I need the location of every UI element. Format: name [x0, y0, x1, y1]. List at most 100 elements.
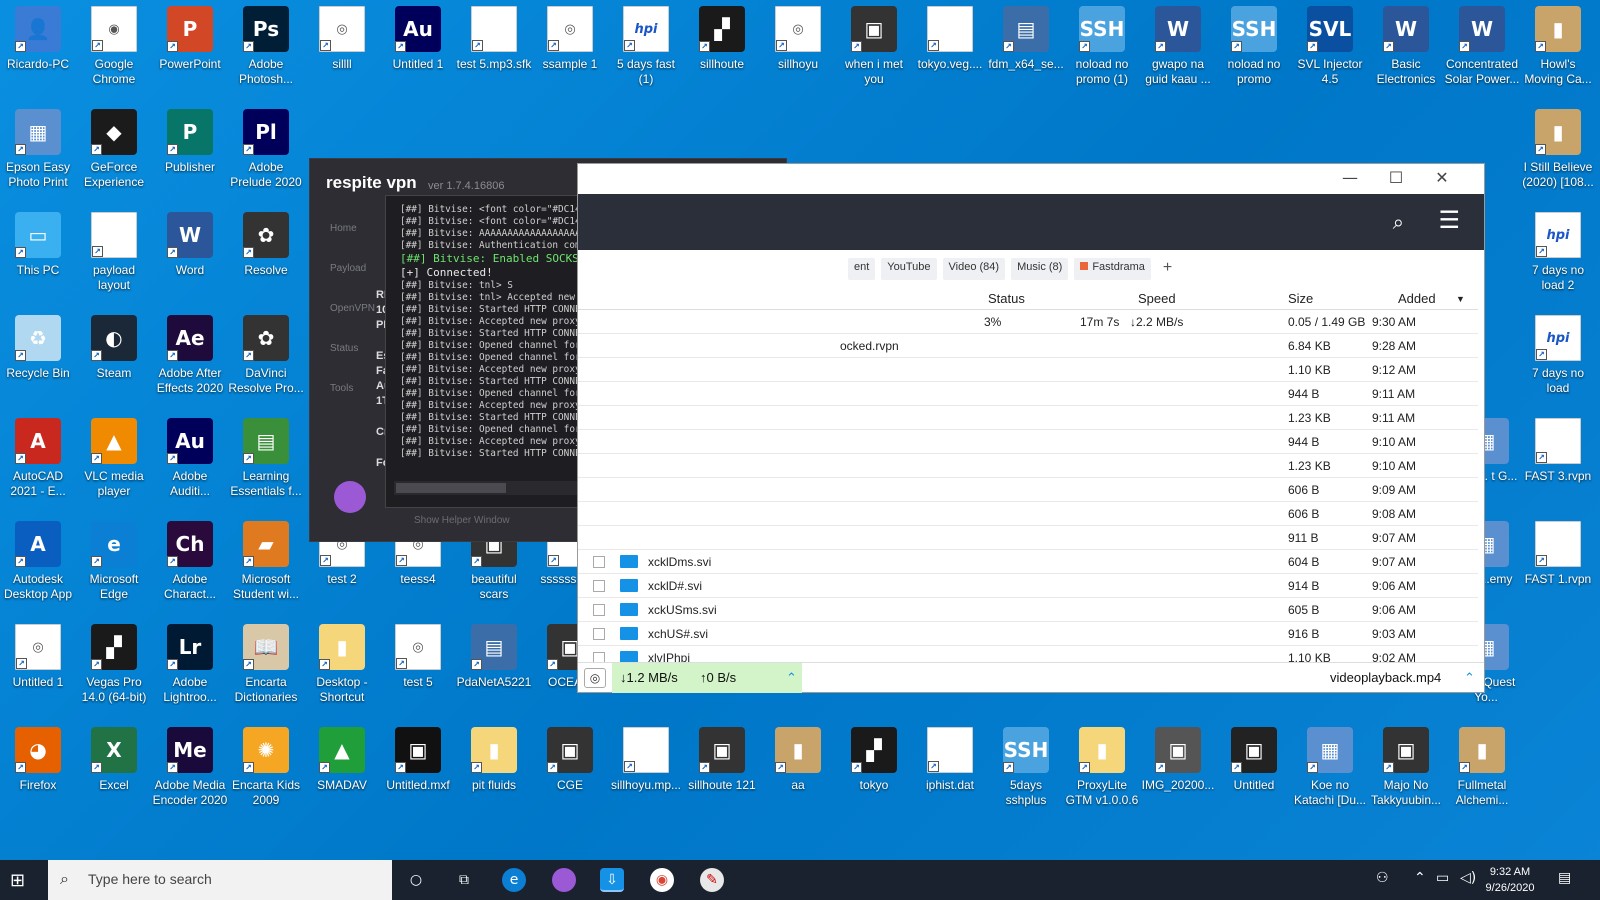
respite-vpn-icon[interactable] — [552, 868, 576, 892]
taskbar-search[interactable]: ⌕ Type here to search — [48, 860, 392, 900]
desktop-icon[interactable]: ◎ ↗ test 5 — [380, 618, 456, 718]
search-icon[interactable]: ⌕ — [1393, 210, 1404, 234]
table-row[interactable]: xcklD#.svi 914 B 9:06 AM — [578, 574, 1478, 598]
table-row[interactable]: 1.23 KB 9:11 AM — [578, 406, 1478, 430]
desktop-icon[interactable]: ◎ ↗ sillll — [304, 0, 380, 100]
desktop-icon[interactable]: ▤ ↗ PdaNetA5221 — [456, 618, 532, 718]
desktop-icon[interactable]: W ↗ Concentrated Solar Power... — [1444, 0, 1520, 100]
table-row[interactable]: 1.10 KB 9:12 AM — [578, 358, 1478, 382]
row-checkbox[interactable] — [593, 628, 605, 640]
desktop-icon[interactable]: ▣ ↗ CGE — [532, 721, 608, 821]
table-row[interactable]: xckUSms.svi 605 B 9:06 AM — [578, 598, 1478, 622]
desktop-icon[interactable]: ▣ ↗ Untitled — [1216, 721, 1292, 821]
row-checkbox[interactable] — [593, 604, 605, 616]
chrome-icon[interactable]: ◉ — [650, 868, 674, 892]
desktop-icon[interactable]: A ↗ AutoCAD 2021 - E... — [0, 412, 76, 512]
volume-icon[interactable]: ◁) — [1460, 870, 1476, 886]
col-status[interactable]: Status — [988, 291, 1025, 306]
desktop-icon[interactable]: Ae ↗ Adobe After Effects 2020 — [152, 309, 228, 409]
cortana-icon[interactable]: ○ — [404, 868, 428, 892]
desktop-icon[interactable]: ▮ ↗ aa — [760, 721, 836, 821]
desktop-icon[interactable]: ▤ ↗ fdm_x64_se... — [988, 0, 1064, 100]
desktop-icon[interactable]: ▭ ↗ This PC — [0, 206, 76, 306]
desktop-icon[interactable]: ▣ ↗ Untitled.mxf — [380, 721, 456, 821]
table-row[interactable]: 944 B 9:10 AM — [578, 430, 1478, 454]
desktop-icon[interactable]: ↗ sillhoyu.mp... — [608, 721, 684, 821]
desktop-icon[interactable]: ▮ ↗ Fullmetal Alchemi... — [1444, 721, 1520, 821]
desktop-icon[interactable]: 👤 ↗ Ricardo-PC — [0, 0, 76, 100]
desktop-icon[interactable]: ▞ ↗ sillhoute — [684, 0, 760, 100]
desktop-icon[interactable]: ▣ ↗ IMG_20200... — [1140, 721, 1216, 821]
desktop-icon[interactable]: ↗ payload layout — [76, 206, 152, 306]
sort-chevron-icon[interactable]: ▼ — [1456, 294, 1465, 304]
desktop-icon[interactable]: Au ↗ Untitled 1 — [380, 0, 456, 100]
desktop-icon[interactable]: ▮ ↗ pit fluids — [456, 721, 532, 821]
table-row[interactable]: 944 B 9:11 AM — [578, 382, 1478, 406]
vpn-nav-openvpn[interactable]: OpenVPN — [310, 289, 380, 329]
desktop-icon[interactable]: Au ↗ Adobe Auditi... — [152, 412, 228, 512]
desktop-icon[interactable]: ▤ ↗ Learning Essentials f... — [228, 412, 304, 512]
desktop-icon[interactable]: ✺ ↗ Encarta Kids 2009 — [228, 721, 304, 821]
desktop-icon[interactable]: ◕ ↗ Firefox — [0, 721, 76, 821]
desktop-icon[interactable]: hpi ↗ 5 days fast (1) — [608, 0, 684, 100]
col-speed[interactable]: Speed — [1138, 291, 1176, 306]
people-icon[interactable]: ⚇ — [1376, 870, 1389, 886]
window-minimize-button[interactable]: — — [1330, 168, 1370, 187]
desktop-icon[interactable]: e ↗ Microsoft Edge — [76, 515, 152, 615]
window-maximize-button[interactable]: ☐ — [1376, 168, 1416, 187]
task-view-icon[interactable]: ⧉ — [452, 868, 476, 892]
desktop-icon[interactable]: ♻ ↗ Recycle Bin — [0, 309, 76, 409]
tab-youtube[interactable]: YouTube — [881, 258, 937, 280]
desktop-icon[interactable]: P ↗ Publisher — [152, 103, 228, 203]
table-row[interactable]: xcklDms.svi 604 B 9:07 AM — [578, 550, 1478, 574]
desktop-icon[interactable]: ▣ ↗ when i met you — [836, 0, 912, 100]
vpn-nav-tools[interactable]: Tools — [310, 369, 380, 409]
desktop-icon[interactable]: ▮ ↗ I Still Believe (2020) [108... — [1520, 103, 1596, 203]
desktop-icon[interactable]: W ↗ Word — [152, 206, 228, 306]
desktop-icon[interactable]: hpi ↗ 7 days no load — [1520, 309, 1596, 409]
desktop-icon[interactable]: Ch ↗ Adobe Charact... — [152, 515, 228, 615]
helper-window-toggle[interactable]: Show Helper Window — [414, 515, 510, 526]
clock[interactable]: 9:32 AM 9/26/2020 — [1480, 864, 1540, 896]
desktop-icon[interactable]: W ↗ gwapo na guid kaau ... — [1140, 0, 1216, 100]
window-close-button[interactable]: ✕ — [1422, 168, 1462, 187]
action-center-icon[interactable]: ▤ — [1558, 870, 1571, 886]
table-row[interactable]: xchUS#.svi 916 B 9:03 AM — [578, 622, 1478, 646]
desktop-icon[interactable]: ◎ ↗ ssample 1 — [532, 0, 608, 100]
desktop-icon[interactable]: SSH ↗ noload no promo (1) — [1064, 0, 1140, 100]
table-row[interactable]: 911 B 9:07 AM — [578, 526, 1478, 550]
desktop-icon[interactable]: SSH ↗ 5days sshplus — [988, 721, 1064, 821]
desktop-icon[interactable]: ✿ ↗ DaVinci Resolve Pro... — [228, 309, 304, 409]
desktop-icon[interactable]: X ↗ Excel — [76, 721, 152, 821]
col-size[interactable]: Size — [1288, 291, 1313, 306]
desktop-icon[interactable]: Lr ↗ Adobe Lightroo... — [152, 618, 228, 718]
desktop-icon[interactable]: ▣ ↗ sillhoute 121 — [684, 721, 760, 821]
window-titlebar[interactable]: — ☐ ✕ — [578, 164, 1484, 194]
desktop-icon[interactable]: ↗ FAST 1.rvpn — [1520, 515, 1596, 615]
table-row[interactable]: 606 B 9:08 AM — [578, 502, 1478, 526]
desktop-icon[interactable]: P ↗ PowerPoint — [152, 0, 228, 100]
desktop-icon[interactable]: ▮ ↗ Howl's Moving Ca... — [1520, 0, 1596, 100]
desktop-icon[interactable]: W ↗ Basic Electronics — [1368, 0, 1444, 100]
expand-file-chevron-icon[interactable]: ⌃ — [1464, 670, 1475, 686]
desktop-icon[interactable]: ▣ ↗ Majo No Takkyuubin... — [1368, 721, 1444, 821]
desktop-icon[interactable]: ↗ FAST 3.rvpn — [1520, 412, 1596, 512]
helper-app-icon[interactable]: ✎ — [700, 868, 724, 892]
desktop-icon[interactable]: ◉ ↗ Google Chrome — [76, 0, 152, 100]
desktop-icon[interactable]: A ↗ Autodesk Desktop App — [0, 515, 76, 615]
download-manager-window[interactable]: — ☐ ✕ ⌕ ☰ ent YouTube Video (84) Music (… — [577, 163, 1485, 693]
desktop-icon[interactable]: ▲ ↗ SMADAV — [304, 721, 380, 821]
table-row[interactable]: 1.23 KB 9:10 AM — [578, 454, 1478, 478]
table-row[interactable]: 606 B 9:09 AM — [578, 478, 1478, 502]
desktop-icon[interactable]: ↗ tokyo.veg.... — [912, 0, 988, 100]
tab-music[interactable]: Music (8) — [1011, 258, 1069, 280]
desktop-icon[interactable]: ▰ ↗ Microsoft Student wi... — [228, 515, 304, 615]
desktop-icon[interactable]: ◎ ↗ sillhoyu — [760, 0, 836, 100]
table-row[interactable]: ocked.rvpn 6.84 KB 9:28 AM — [578, 334, 1478, 358]
add-tab-button[interactable]: + — [1157, 258, 1178, 280]
desktop-icon[interactable]: ▲ ↗ VLC media player — [76, 412, 152, 512]
speed-limit-icon[interactable]: ◎ — [584, 668, 606, 688]
desktop-icon[interactable]: SSH ↗ noload no promo — [1216, 0, 1292, 100]
desktop-icon[interactable]: ↗ test 5.mp3.sfk — [456, 0, 532, 100]
col-added[interactable]: Added — [1398, 291, 1436, 306]
